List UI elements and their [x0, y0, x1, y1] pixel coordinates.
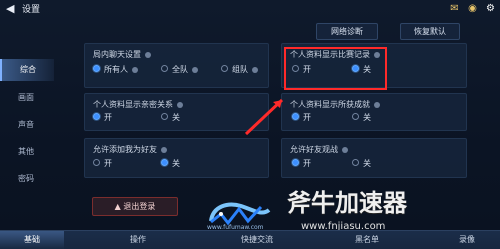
- radio-selected-icon: [161, 159, 168, 166]
- page-title: 设置: [22, 5, 41, 15]
- info-icon[interactable]: [342, 146, 348, 153]
- option-label: 开: [303, 159, 311, 168]
- info-icon[interactable]: [374, 101, 380, 108]
- profile-relations-option-on[interactable]: 开: [93, 112, 112, 123]
- friend-watch-option-on[interactable]: 开: [292, 158, 311, 169]
- friend-watch-option-off[interactable]: 关: [352, 158, 371, 169]
- sidebar-item-comprehensive[interactable]: 综合: [0, 59, 54, 81]
- radio-selected-icon: [93, 113, 100, 120]
- option-label: 组队: [232, 65, 248, 74]
- panel-title-text: 允许添加我为好友: [93, 145, 157, 154]
- info-icon[interactable]: [145, 51, 151, 58]
- panel-title: 个人资料显示亲密关系: [93, 99, 183, 110]
- tab-basic[interactable]: 基础: [0, 231, 64, 249]
- network-diagnosis-button[interactable]: 网络诊断: [316, 23, 378, 40]
- info-icon[interactable]: [177, 101, 183, 108]
- option-label: 开: [303, 113, 311, 122]
- sidebar-item-label: 综合: [20, 65, 36, 74]
- bottom-tab-bar: 基础 操作 快捷交流 黑名单 录像: [0, 230, 500, 249]
- option-label: 关: [363, 159, 371, 168]
- red-arrow-icon: [244, 98, 284, 136]
- info-icon[interactable]: [252, 66, 258, 73]
- sidebar-item-other[interactable]: 其他: [0, 141, 52, 163]
- info-icon[interactable]: [192, 66, 198, 73]
- logout-button[interactable]: ▲ 退出登录: [92, 197, 178, 216]
- radio-icon: [161, 113, 168, 120]
- profile-achievements-option-off[interactable]: 关: [352, 112, 371, 123]
- chat-setting-panel: 局内聊天设置 所有人 全队 组队: [84, 43, 269, 88]
- tab-operation[interactable]: 操作: [98, 231, 178, 249]
- settings-sidebar: 综合 画面 声音 其他 密码: [0, 55, 54, 225]
- restore-default-button[interactable]: 恢复默认: [400, 23, 460, 40]
- panel-title: 个人资料显示所获成就: [290, 99, 380, 110]
- watermark: www.fufumaw.com 斧牛加速器 www.fnjiasu.com: [203, 190, 493, 235]
- settings-icon[interactable]: ⚙: [484, 2, 497, 15]
- tab-label: 基础: [24, 235, 40, 244]
- option-label: 开: [104, 159, 112, 168]
- sidebar-item-sound[interactable]: 声音: [0, 114, 52, 136]
- panel-title: 局内聊天设置: [93, 49, 151, 60]
- top-bar: ◀ 设置 ✉ ◉ ⚙: [0, 0, 500, 18]
- panel-title-text: 个人资料显示亲密关系: [93, 100, 173, 109]
- tab-label: 快捷交流: [241, 235, 273, 244]
- sidebar-item-label: 密码: [18, 174, 34, 183]
- option-label: 关: [172, 113, 180, 122]
- panel-title: 允许好友观战: [290, 144, 348, 155]
- radio-icon: [93, 159, 100, 166]
- radio-icon: [161, 65, 168, 72]
- chat-option-party[interactable]: 组队: [221, 64, 258, 75]
- watermark-brand: 斧牛加速器: [287, 189, 407, 217]
- avatar-badge-icon[interactable]: ◉: [466, 2, 479, 15]
- sidebar-item-label: 画面: [18, 93, 34, 102]
- option-label: 关: [363, 113, 371, 122]
- highlight-box: [284, 47, 387, 90]
- option-label: 全队: [172, 65, 188, 74]
- tab-label: 录像: [459, 235, 475, 244]
- tab-label: 操作: [130, 235, 146, 244]
- friend-add-panel: 允许添加我为好友 开 关: [84, 138, 269, 178]
- radio-icon: [352, 159, 359, 166]
- panel-title-text: 局内聊天设置: [93, 50, 141, 59]
- friend-add-option-off[interactable]: 关: [161, 158, 180, 169]
- option-label: 开: [104, 113, 112, 122]
- radio-selected-icon: [292, 159, 299, 166]
- info-icon[interactable]: [132, 66, 138, 73]
- radio-selected-icon: [93, 65, 100, 72]
- friend-add-option-on[interactable]: 开: [93, 158, 112, 169]
- sidebar-item-graphics[interactable]: 画面: [0, 87, 52, 109]
- tab-replay[interactable]: 录像: [438, 231, 496, 249]
- radio-icon: [221, 65, 228, 72]
- option-label: 所有人: [104, 65, 128, 74]
- panel-title-text: 个人资料显示所获成就: [290, 100, 370, 109]
- sidebar-item-label: 声音: [18, 120, 34, 129]
- info-icon[interactable]: [161, 146, 167, 153]
- tab-blacklist[interactable]: 黑名单: [332, 231, 402, 249]
- option-label: 关: [172, 159, 180, 168]
- radio-icon: [352, 113, 359, 120]
- tab-label: 黑名单: [355, 235, 379, 244]
- chat-option-all[interactable]: 所有人: [93, 64, 138, 75]
- mail-badge-icon[interactable]: ✉: [448, 2, 461, 15]
- friend-watch-panel: 允许好友观战 开 关: [281, 138, 467, 178]
- profile-relations-option-off[interactable]: 关: [161, 112, 180, 123]
- tab-quick-chat[interactable]: 快捷交流: [218, 231, 296, 249]
- sidebar-item-password[interactable]: 密码: [0, 168, 52, 190]
- chat-option-team[interactable]: 全队: [161, 64, 198, 75]
- profile-achievements-panel: 个人资料显示所获成就 开 关: [281, 93, 467, 131]
- panel-title: 允许添加我为好友: [93, 144, 167, 155]
- warning-icon: ▲: [114, 202, 121, 211]
- sidebar-item-label: 其他: [18, 147, 34, 156]
- back-arrow-icon[interactable]: ◀: [6, 3, 18, 15]
- logout-label: 退出登录: [123, 202, 156, 211]
- panel-title-text: 允许好友观战: [290, 145, 338, 154]
